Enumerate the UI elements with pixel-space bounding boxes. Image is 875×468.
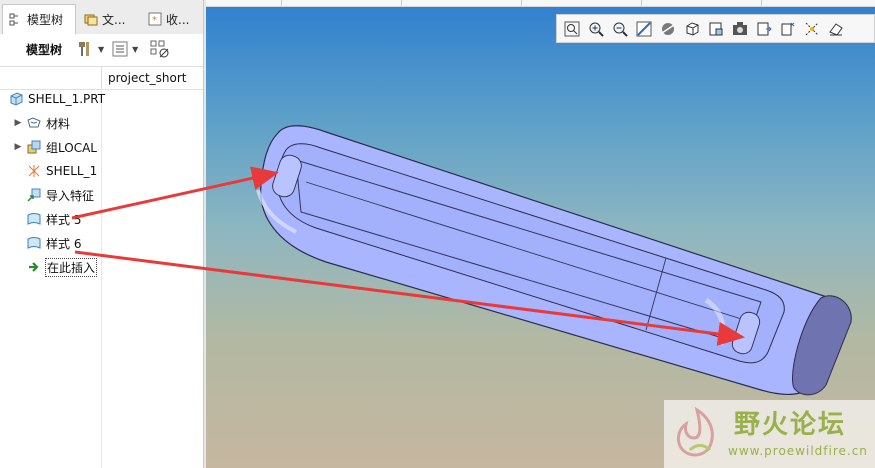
style-surface-icon bbox=[27, 237, 41, 249]
svg-text:*: * bbox=[152, 15, 157, 26]
import-feature-icon bbox=[27, 188, 41, 202]
tree-item-label: 样式 6 bbox=[46, 236, 82, 251]
favorites-icon: * bbox=[148, 12, 162, 26]
expand-arrow-icon[interactable]: ▶ bbox=[14, 118, 22, 128]
insert-here-arrow-icon bbox=[29, 262, 39, 272]
refit-icon[interactable] bbox=[561, 18, 582, 39]
tree-item-style-6[interactable]: 样式 6 bbox=[26, 232, 127, 254]
tree-item-label: SHELL_1 bbox=[46, 164, 98, 178]
show-icon[interactable] bbox=[112, 41, 128, 57]
datum-display-icon[interactable] bbox=[777, 18, 798, 39]
filter-icon[interactable] bbox=[150, 40, 170, 58]
tree-item-label: 组LOCAL bbox=[46, 140, 97, 155]
perspective-view-icon[interactable] bbox=[729, 18, 750, 39]
tree-item-label: 导入特征 bbox=[46, 188, 95, 203]
model-tree-icon bbox=[9, 13, 18, 25]
tree-item-material[interactable]: ▶ 材料 bbox=[14, 112, 115, 134]
tree-item-group-local[interactable]: ▶ 组LOCAL bbox=[14, 136, 115, 158]
tree-item-insert-here[interactable]: 在此插入 bbox=[26, 256, 127, 278]
view-manager-icon[interactable] bbox=[705, 18, 726, 39]
expand-arrow-icon[interactable]: ▶ bbox=[14, 142, 22, 152]
tree-column-header: project_short bbox=[0, 66, 203, 90]
repaint-icon[interactable] bbox=[633, 18, 654, 39]
tree-item-shell-part[interactable]: SHELL_1.PRT bbox=[8, 88, 109, 110]
section-icon[interactable] bbox=[753, 18, 774, 39]
saved-orientations-icon[interactable] bbox=[681, 18, 702, 39]
graphics-viewport[interactable]: 野火论坛 www.proewildfire.cn bbox=[206, 0, 875, 468]
tree-settings-icon[interactable] bbox=[76, 40, 94, 58]
folder-browser-icon bbox=[84, 14, 98, 26]
view-toolbar bbox=[556, 14, 875, 43]
tree-item-style-5[interactable]: 样式 5 bbox=[26, 208, 127, 230]
tab-label: 模型树 bbox=[27, 13, 64, 27]
column-header-project-short[interactable]: project_short bbox=[101, 67, 187, 89]
tree-item-coordinate-system[interactable]: SHELL_1 bbox=[26, 160, 127, 182]
annotation-display-icon[interactable] bbox=[801, 18, 822, 39]
shell-part-model[interactable] bbox=[206, 0, 875, 468]
tree-toolbar: 模型树 ▼ ▼ bbox=[0, 34, 203, 64]
tab-label: 收... bbox=[166, 12, 190, 27]
style-surface-icon bbox=[27, 213, 41, 225]
tree-item-label: 样式 5 bbox=[46, 212, 82, 227]
dropdown-arrow-icon[interactable]: ▼ bbox=[132, 45, 138, 54]
flame-logo-icon bbox=[676, 406, 714, 457]
zoom-in-icon[interactable] bbox=[585, 18, 606, 39]
tab-label: 文... bbox=[102, 12, 126, 27]
dropdown-arrow-icon[interactable]: ▼ bbox=[98, 45, 104, 54]
forum-watermark: 野火论坛 www.proewildfire.cn bbox=[664, 400, 875, 468]
tree-toolbar-label: 模型树 bbox=[26, 42, 63, 57]
watermark-url: www.proewildfire.cn bbox=[728, 444, 868, 458]
panel-tabs: 模型树 文... * 收... bbox=[0, 0, 203, 35]
tree-item-label: 材料 bbox=[46, 116, 71, 131]
spin-center-icon[interactable] bbox=[825, 18, 846, 39]
tab-favorites[interactable]: * 收... bbox=[142, 5, 203, 33]
model-tree-panel: 模型树 文... * 收... 模型树 ▼ ▼ project_short SH… bbox=[0, 0, 203, 468]
display-style-icon[interactable] bbox=[657, 18, 678, 39]
tree-item-import-feature[interactable]: 导入特征 bbox=[26, 184, 127, 206]
part-icon bbox=[10, 92, 23, 106]
material-icon bbox=[27, 117, 41, 128]
tab-model-tree[interactable]: 模型树 bbox=[2, 4, 76, 34]
tab-folder-browser[interactable]: 文... bbox=[78, 5, 140, 33]
watermark-title: 野火论坛 bbox=[734, 410, 847, 440]
tree-item-label: 在此插入 bbox=[44, 257, 98, 277]
group-icon bbox=[27, 140, 41, 154]
coordinate-system-icon bbox=[28, 165, 40, 177]
zoom-out-icon[interactable] bbox=[609, 18, 630, 39]
tree-item-label: SHELL_1.PRT bbox=[28, 92, 106, 106]
